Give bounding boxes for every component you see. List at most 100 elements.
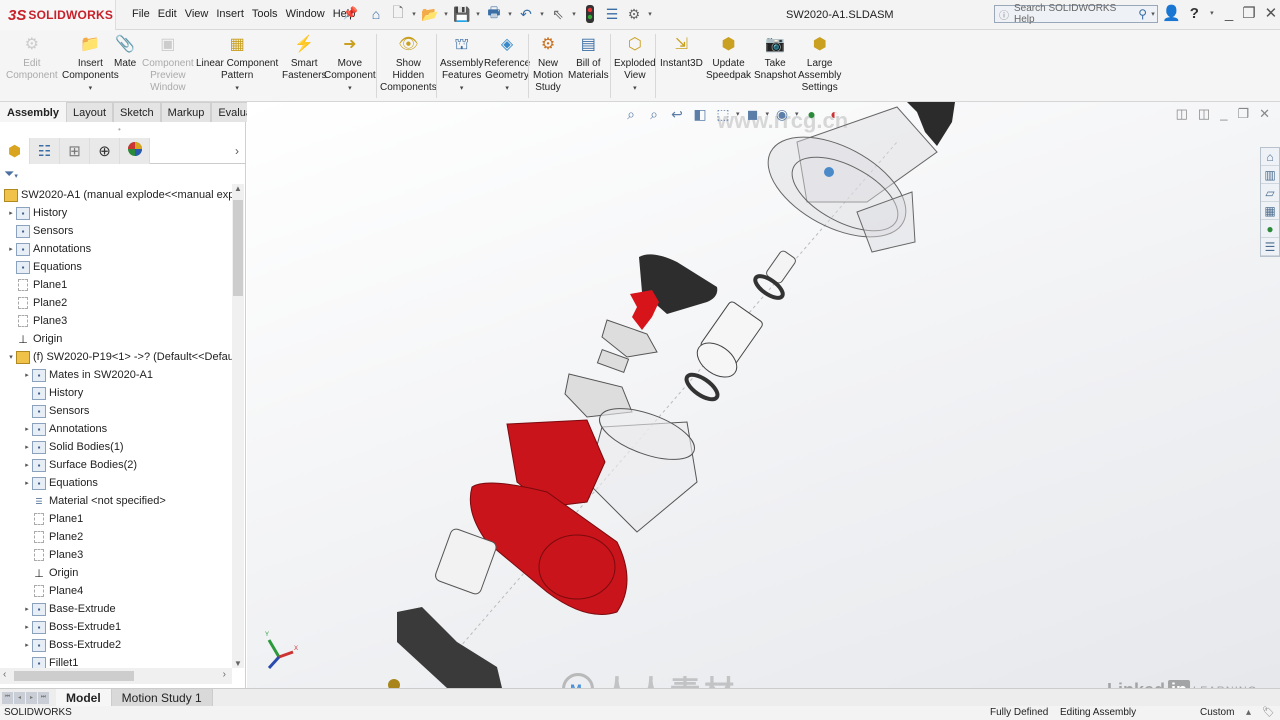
tree-item[interactable]: ▸ ▪ Mates in SW2020-A1 [22,366,153,384]
expand-toggle-icon[interactable]: ▸ [22,425,32,433]
tree-vertical-scrollbar[interactable]: ▲ ▼ [232,184,244,668]
file-explorer-icon[interactable]: ▱ [1261,184,1279,202]
tree-item[interactable]: ⊥ Origin [22,564,78,582]
select-dropdown[interactable]: ▾ [570,10,578,18]
expand-toggle-icon[interactable]: ▸ [22,605,32,613]
expand-toggle-icon[interactable]: ▸ [22,641,32,649]
display-style-icon[interactable]: ◼ [743,105,763,123]
dimxpert-tab[interactable]: ⊕ [90,138,120,164]
zoom-to-area-icon[interactable]: ⌕ [644,105,664,123]
property-manager-tab[interactable]: ☷ [30,138,60,164]
ribbon-button-exploded-view[interactable]: ⬡ Exploded View ▾ [614,34,656,95]
ribbon-button-edit-component[interactable]: ⚙ Edit Component [6,34,58,82]
units-dropdown-icon[interactable]: ▴ [1246,707,1251,718]
new-document-icon[interactable]: 🗋 [388,4,408,24]
ribbon-button-insert-components[interactable]: 📁 Insert Components ▾ [62,34,119,95]
expand-toggle-icon[interactable]: ▸ [22,623,32,631]
chevron-down-icon[interactable]: ▾ [89,83,93,95]
viewport-restore-icon[interactable]: ❐ [1237,106,1249,122]
chevron-down-icon[interactable]: ▾ [505,83,509,95]
help-icon[interactable]: ? [1190,5,1199,22]
pin-menu-icon[interactable]: 📌 [343,6,358,20]
solidworks-logo[interactable]: 3S SOLIDWORKS [0,0,116,30]
scroll-left-icon[interactable]: ‹ [3,669,6,680]
tree-item[interactable]: ▪ Equations [6,258,82,276]
home-icon[interactable]: ⌂ [366,4,386,24]
split-left-icon[interactable]: ◫ [1176,106,1188,122]
tree-item[interactable]: ▪ Fillet1 [22,654,78,668]
solidworks-resources-icon[interactable]: ⌂ [1261,148,1279,166]
exploded-assembly-model[interactable] [247,102,1280,688]
graphics-area[interactable]: www.rrcg.cn ⌕ ⌕ ↩ ◧ ⬚ ▾ ◼ ▾ ◉ ▾ ● ◐ ◫ ◫ … [247,102,1280,688]
chevron-down-icon[interactable]: ▾ [633,83,637,95]
tree-item[interactable]: ▪ Sensors [22,402,89,420]
split-right-icon[interactable]: ◫ [1198,106,1210,122]
next-tab-icon[interactable]: ▸ [26,691,37,704]
tab-markup[interactable]: Markup [160,102,212,122]
ribbon-button-snapshot[interactable]: 📷 Take Snapshot [754,34,796,82]
tree-item[interactable]: ▸ ▪ Equations [22,474,98,492]
tree-item[interactable]: ▸ ▪ Surface Bodies(2) [22,456,137,474]
close-icon[interactable]: ✕ [1265,4,1278,22]
chevron-down-icon[interactable]: ▾ [766,110,770,118]
tab-motion-study-1[interactable]: Motion Study 1 [111,688,213,707]
appearances-icon[interactable]: ● [1261,220,1279,238]
search-dropdown[interactable]: ▾ [1149,10,1157,18]
tree-item[interactable]: ▸ ▪ Solid Bodies(1) [22,438,124,456]
tree-item[interactable]: Plane2 [6,294,67,312]
ribbon-button-bom[interactable]: ▤ Bill of Materials [568,34,609,82]
hide-show-items-icon[interactable]: ◉ [772,105,792,123]
search-icon[interactable]: ⚲ [1138,7,1149,21]
tree-item[interactable]: ▸ ▪ Boss-Extrude1 [22,618,121,636]
ribbon-button-reference-geometry[interactable]: ◈ Reference Geometry ▾ [484,34,530,95]
menu-view[interactable]: View [181,8,213,20]
tab-layout[interactable]: Layout [65,102,114,122]
ribbon-button-mate[interactable]: 📎 Mate [114,34,136,70]
tree-item[interactable]: Plane4 [22,582,83,600]
filter-icon[interactable]: ⏷▾ [4,166,18,182]
chevron-down-icon[interactable]: ▾ [795,110,799,118]
chevron-down-icon[interactable]: ▾ [348,83,352,95]
user-icon[interactable]: 👤 [1162,4,1181,22]
design-library-icon[interactable]: ▥ [1261,166,1279,184]
ribbon-button-linear-pattern[interactable]: ▦ Linear Component Pattern ▾ [196,34,278,95]
options-dropdown[interactable]: ▾ [646,10,654,18]
open-dropdown[interactable]: ▾ [442,10,450,18]
viewport-minimize-icon[interactable]: _ [1220,106,1227,122]
tree-item[interactable]: ▪ History [22,384,83,402]
panel-grip[interactable]: • [118,125,121,134]
previous-view-icon[interactable]: ↩ [667,105,687,123]
restore-icon[interactable]: ❐ [1242,4,1255,22]
expand-toggle-icon[interactable]: ▸ [22,443,32,451]
ribbon-button-assembly-features[interactable]: ⛫ Assembly Features ▾ [440,34,483,95]
ribbon-button-show-hidden[interactable]: 👁 Show Hidden Components [380,34,437,94]
undo-dropdown[interactable]: ▾ [538,10,546,18]
section-view-icon[interactable]: ◧ [690,105,710,123]
zoom-to-fit-icon[interactable]: ⌕ [621,105,641,123]
menu-tools[interactable]: Tools [248,8,282,20]
expand-toggle-icon[interactable]: ▸ [6,209,16,217]
tab-sketch[interactable]: Sketch [113,102,161,122]
expand-toggle-icon[interactable]: ▸ [6,245,16,253]
minimize-icon[interactable]: _ [1225,5,1233,22]
save-icon[interactable]: 💾 [452,4,472,24]
ribbon-button-component-preview[interactable]: ▣ Component Preview Window [142,34,194,94]
prev-tab-icon[interactable]: ◂ [14,691,25,704]
display-manager-tab[interactable] [120,138,150,164]
tag-icon[interactable]: 🏷 [1262,707,1275,718]
ribbon-button-move-component[interactable]: ➜ Move Component ▾ [324,34,376,95]
print-icon[interactable]: 🖶 [484,4,504,24]
tree-item[interactable]: SW2020-A1 (manual explode<<manual explc [4,186,232,204]
ribbon-button-motion-study[interactable]: ⚙ New Motion Study [533,34,563,94]
help-search-input[interactable]: ⓘ Search SOLIDWORKS Help ⚲ ▾ [994,3,1158,25]
options-icon[interactable]: ⚙ [624,4,644,24]
viewport-close-icon[interactable]: ✕ [1259,106,1270,122]
tree-item[interactable]: Plane2 [22,528,83,546]
chevron-down-icon[interactable]: ▾ [736,110,740,118]
chevron-right-icon[interactable]: › [228,138,246,163]
custom-properties-icon[interactable]: ☰ [1261,238,1279,256]
tree-item[interactable]: ▸ ▪ History [6,204,67,222]
scroll-down-icon[interactable]: ▼ [232,659,244,668]
tab-assembly[interactable]: Assembly [0,102,66,122]
chevron-down-icon[interactable]: ▾ [235,83,239,95]
